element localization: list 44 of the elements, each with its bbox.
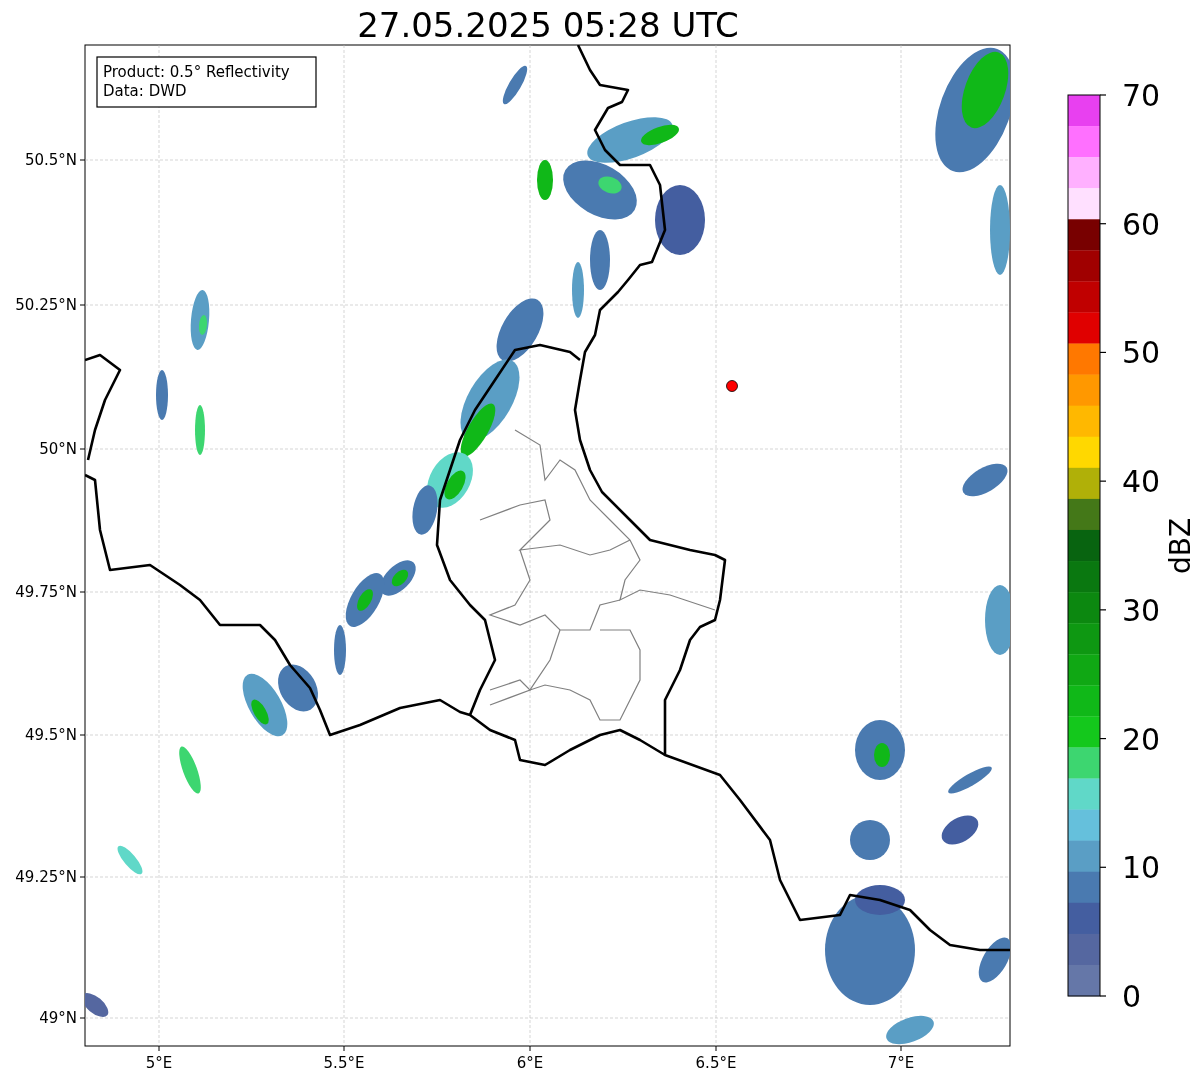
radar-echo <box>948 766 992 794</box>
radar-echo <box>85 993 109 1017</box>
colorbar-tick-label: 0 <box>1122 979 1142 1014</box>
radar-echo <box>117 845 143 875</box>
colorbar-label: dBZ <box>1164 517 1197 575</box>
radar-echo <box>978 937 1010 983</box>
colorbar-tick-label: 10 <box>1122 850 1161 886</box>
radar-echo <box>941 815 979 845</box>
radar-echo <box>590 230 610 290</box>
colorbar-tick-label: 30 <box>1122 592 1161 628</box>
radar-echo <box>850 820 890 860</box>
y-tick-label: 49.5°N <box>24 726 77 744</box>
x-tick-label: 5°E <box>145 1054 173 1072</box>
radar-echo <box>886 1015 934 1045</box>
y-tick-label: 49°N <box>39 1009 77 1027</box>
radar-echo <box>962 463 1008 497</box>
radar-echo <box>985 585 1010 655</box>
colorbar-tick-label: 50 <box>1122 335 1161 371</box>
radar-echo <box>179 746 201 794</box>
y-tick-label: 49.75°N <box>15 583 77 601</box>
y-tick-label: 50.25°N <box>15 296 77 314</box>
colorbar-tick-label: 70 <box>1122 78 1161 113</box>
x-tick-label: 5.5°E <box>323 1054 365 1072</box>
y-tick-label: 50.5°N <box>24 151 77 169</box>
x-tick-label: 6.5°E <box>695 1054 737 1072</box>
y-tick-label: 49.25°N <box>15 868 77 886</box>
colorbar-tick-label: 20 <box>1122 721 1161 757</box>
radar-echo <box>655 185 705 255</box>
radar-echo <box>195 405 205 455</box>
radar-site-marker <box>726 380 738 392</box>
colorbar-tick-label: 40 <box>1122 464 1161 500</box>
info-text: Data: DWD <box>103 82 187 100</box>
x-tick-label: 7°E <box>887 1054 915 1072</box>
radar-echo <box>502 65 528 105</box>
radar-echo <box>496 298 544 362</box>
radar-echo <box>156 370 168 420</box>
x-tick-label: 6°E <box>516 1054 544 1072</box>
radar-echo <box>278 664 318 712</box>
y-tick-label: 50°N <box>39 440 77 458</box>
info-text: Product: 0.5° Reflectivity <box>103 63 290 81</box>
radar-echo <box>572 262 584 318</box>
chart-title: 27.05.2025 05:28 UTC <box>357 5 739 45</box>
colorbar-tick-label: 60 <box>1122 206 1161 242</box>
radar-echo <box>537 160 553 200</box>
